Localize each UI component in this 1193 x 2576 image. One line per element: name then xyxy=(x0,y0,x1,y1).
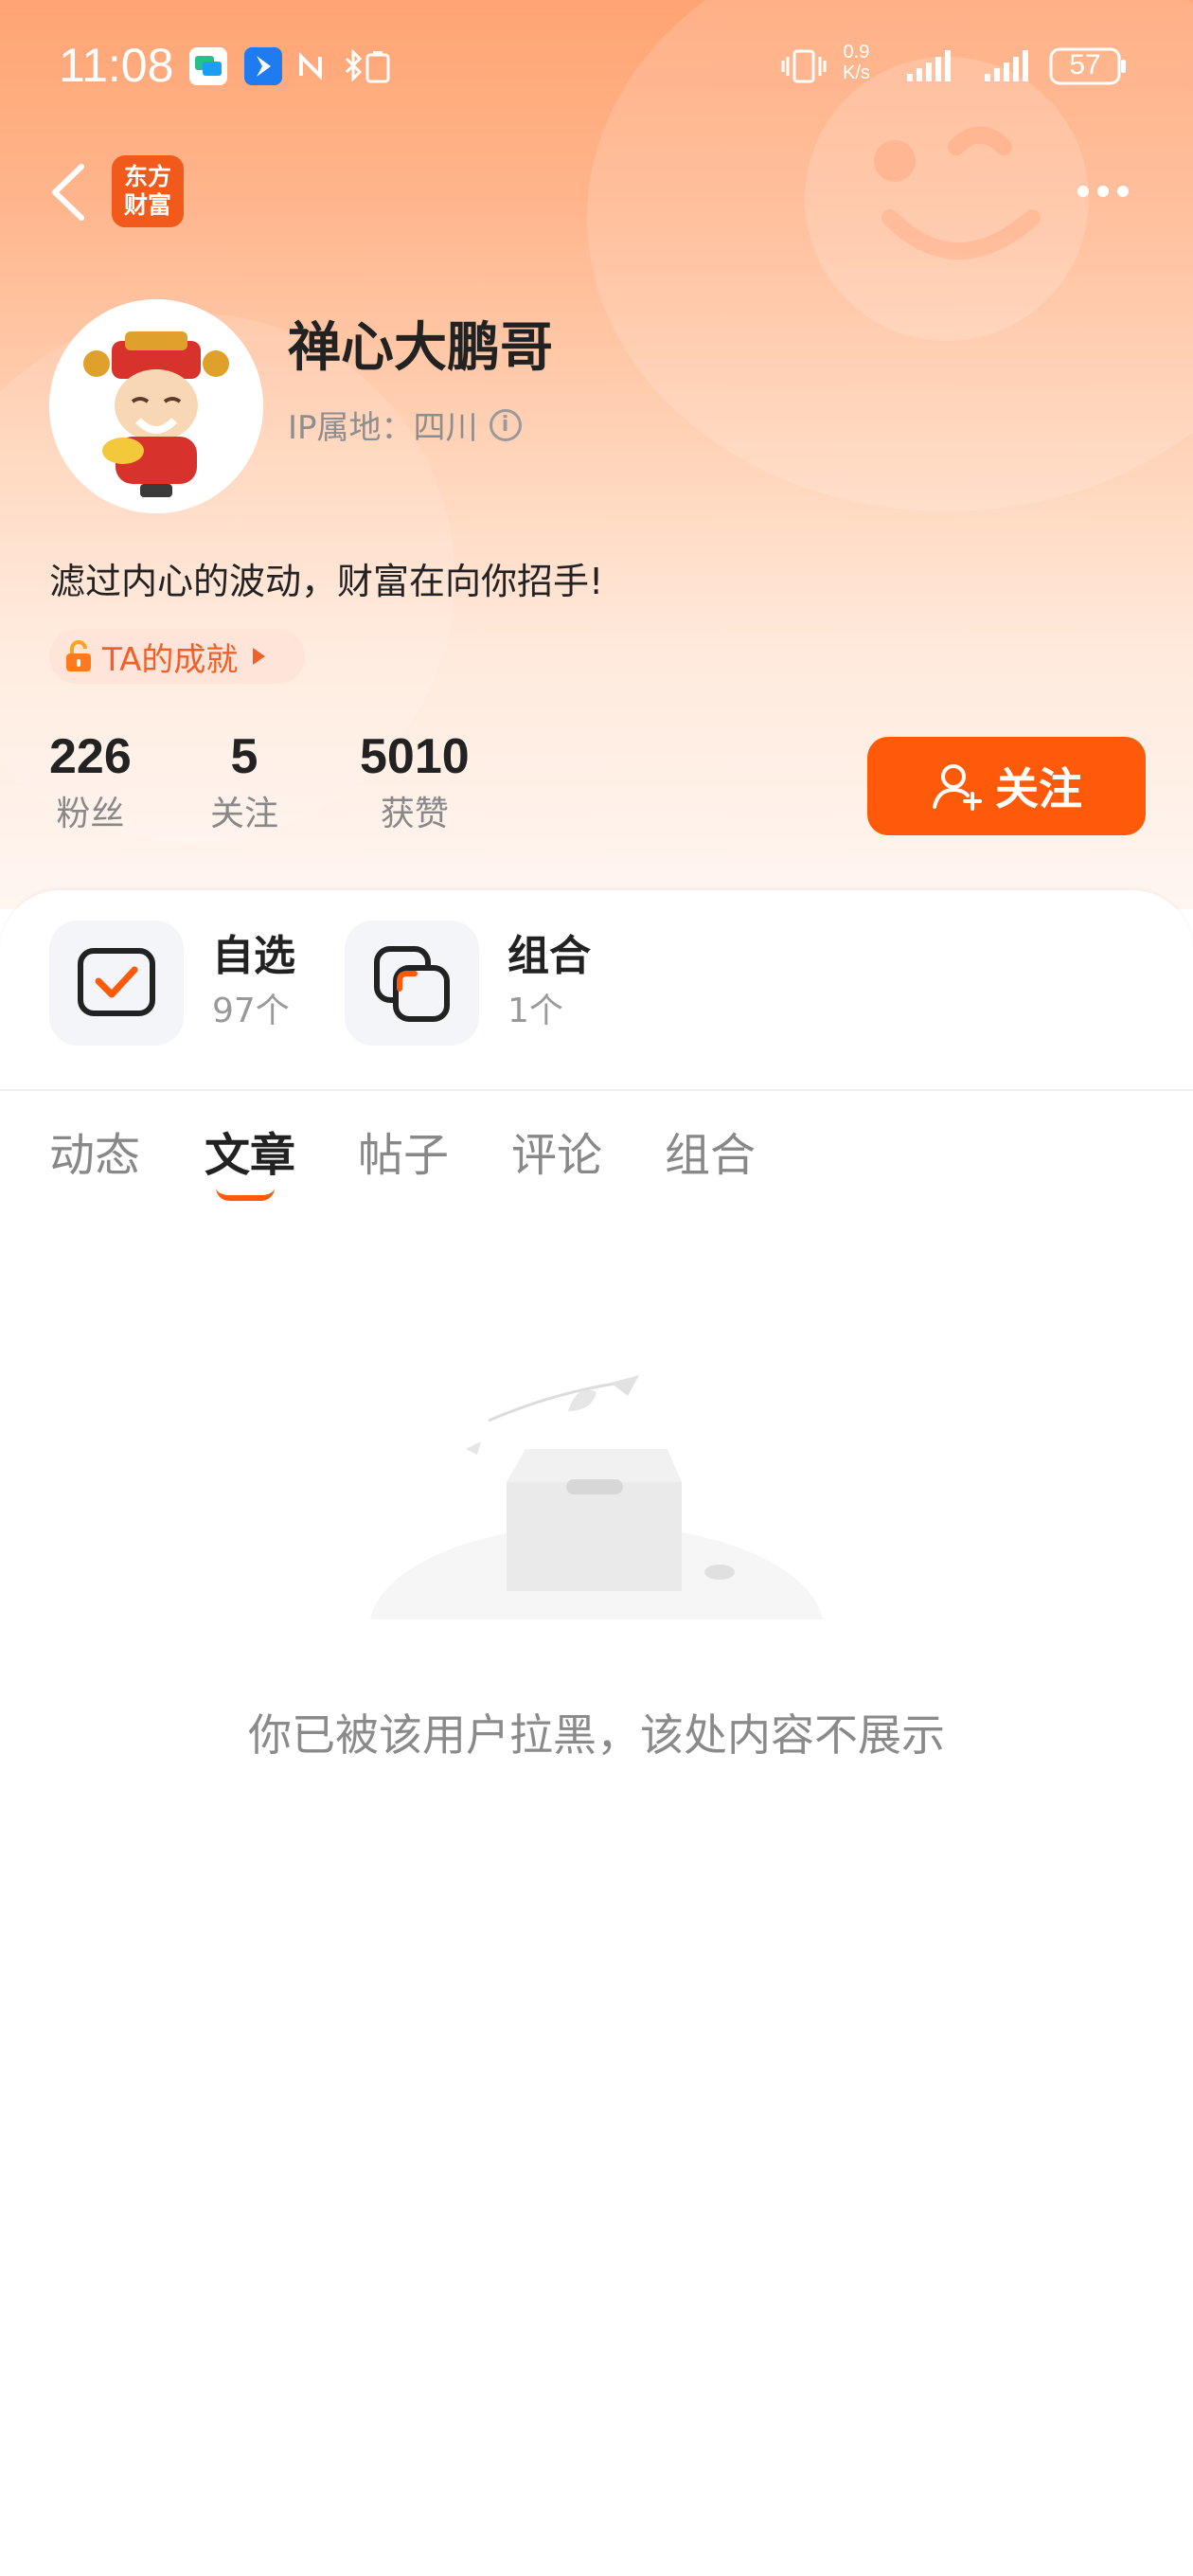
section-divider xyxy=(0,1089,1193,1091)
portfolio-icon xyxy=(345,921,479,1046)
user-bio: 滤过内心的波动，财富在向你招手! xyxy=(49,561,604,602)
ip-location: IP属地：四川 xyxy=(288,409,478,447)
fortune-god-avatar-icon xyxy=(49,299,263,513)
navigation-app-icon xyxy=(244,47,282,85)
more-dot-icon xyxy=(1117,186,1129,197)
follow-button[interactable]: 关注 xyxy=(867,737,1146,835)
blocked-message: 你已被该用户拉黑，该处内容不展示 xyxy=(248,1709,945,1761)
stat-value: 226 xyxy=(49,729,132,784)
tab-dynamics[interactable]: 动态 xyxy=(49,1118,140,1184)
info-icon[interactable]: i xyxy=(489,408,522,441)
play-arrow-icon xyxy=(253,648,266,665)
stat-label: 粉丝 xyxy=(56,795,125,833)
battery-level: 57 xyxy=(1069,49,1101,80)
battery-icon: 57 xyxy=(1049,45,1129,87)
achievement-label: TA的成就 xyxy=(102,640,239,679)
avatar[interactable] xyxy=(49,299,263,513)
stat-label: 关注 xyxy=(210,795,279,833)
stat-fans[interactable]: 226 粉丝 xyxy=(49,724,132,839)
more-dot-icon xyxy=(1097,186,1109,197)
tab-comments[interactable]: 评论 xyxy=(511,1118,602,1184)
watchlist-count: 97个 xyxy=(212,992,290,1030)
add-user-icon xyxy=(933,764,982,811)
status-time: 11:08 xyxy=(59,39,174,92)
back-button[interactable] xyxy=(45,159,93,225)
active-tab-indicator xyxy=(216,1188,275,1201)
portfolio-link[interactable]: 组合 1个 xyxy=(345,921,591,1046)
stat-value: 5 xyxy=(230,729,258,784)
stat-value: 5010 xyxy=(360,729,470,784)
tab-portfolio[interactable]: 组合 xyxy=(665,1118,756,1184)
portfolio-title: 组合 xyxy=(507,932,591,980)
vibrate-icon xyxy=(780,47,828,85)
chevron-left-icon xyxy=(52,164,84,221)
stat-following[interactable]: 5 关注 xyxy=(210,724,278,839)
follow-button-label: 关注 xyxy=(995,763,1082,814)
bluetooth-battery-icon xyxy=(341,47,396,85)
more-dot-icon xyxy=(1077,186,1089,197)
stat-likes[interactable]: 5010 获赞 xyxy=(360,724,470,839)
stat-label: 获赞 xyxy=(380,795,449,833)
nfc-icon xyxy=(294,47,328,85)
tab-articles[interactable]: 文章 xyxy=(205,1118,295,1184)
chat-app-icon xyxy=(189,47,227,85)
watchlist-link[interactable]: 自选 97个 xyxy=(49,921,295,1046)
status-bar: 11:08 0.9 K/s 57 xyxy=(0,0,1193,133)
watchlist-title: 自选 xyxy=(212,932,295,980)
app-logo: 东方 财富 xyxy=(112,155,184,227)
tab-posts[interactable]: 帖子 xyxy=(358,1118,449,1184)
network-speed: 0.9 K/s xyxy=(843,42,870,83)
signal-icon-2 xyxy=(971,47,1036,85)
empty-box-illustration xyxy=(360,1345,833,1733)
achievement-button[interactable]: TA的成就 xyxy=(49,629,305,684)
portfolio-count: 1个 xyxy=(507,992,563,1030)
watchlist-icon xyxy=(49,921,184,1046)
signal-icon xyxy=(905,47,956,85)
unlock-icon xyxy=(64,640,93,672)
ip-location-row: IP属地：四川 i xyxy=(288,402,522,448)
user-name: 禅心大鹏哥 xyxy=(288,317,553,379)
more-options-button[interactable] xyxy=(1070,176,1136,205)
